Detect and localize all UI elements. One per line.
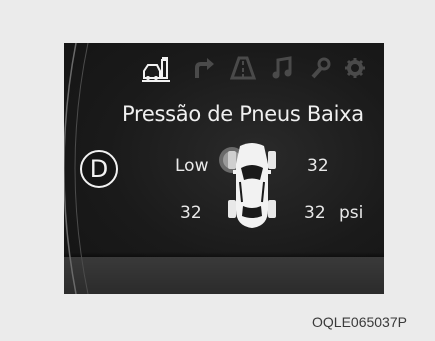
tire-rear-right-icon: [268, 200, 276, 218]
tire-front-left-icon: [228, 151, 236, 169]
wrench-icon[interactable]: [309, 56, 331, 80]
car-fuel-icon[interactable]: [142, 56, 170, 82]
music-note-icon[interactable]: [271, 56, 293, 80]
tire-front-left-value: Low: [175, 156, 209, 176]
tire-front-right-value: 32: [307, 156, 329, 176]
turn-arrow-icon[interactable]: [192, 56, 216, 80]
tire-rear-left-value: 32: [180, 203, 202, 223]
road-icon[interactable]: [230, 56, 256, 80]
cluster-display: D Pressão de Pneus Baixa Low 32 32 32 ps…: [64, 43, 384, 294]
menu-icon-row: [64, 56, 384, 86]
tire-rear-right-value: 32: [304, 203, 326, 223]
settings-gear-icon[interactable]: [344, 56, 366, 80]
car-top-view-icon: [219, 143, 276, 228]
pressure-unit-label: psi: [339, 203, 364, 223]
figure-caption: OQLE065037P: [312, 314, 407, 330]
gear-indicator: D: [80, 150, 118, 188]
low-tire-pressure-title: Pressão de Pneus Baixa: [122, 102, 364, 126]
tire-front-right-icon: [268, 151, 276, 169]
tire-rear-left-icon: [228, 200, 236, 218]
